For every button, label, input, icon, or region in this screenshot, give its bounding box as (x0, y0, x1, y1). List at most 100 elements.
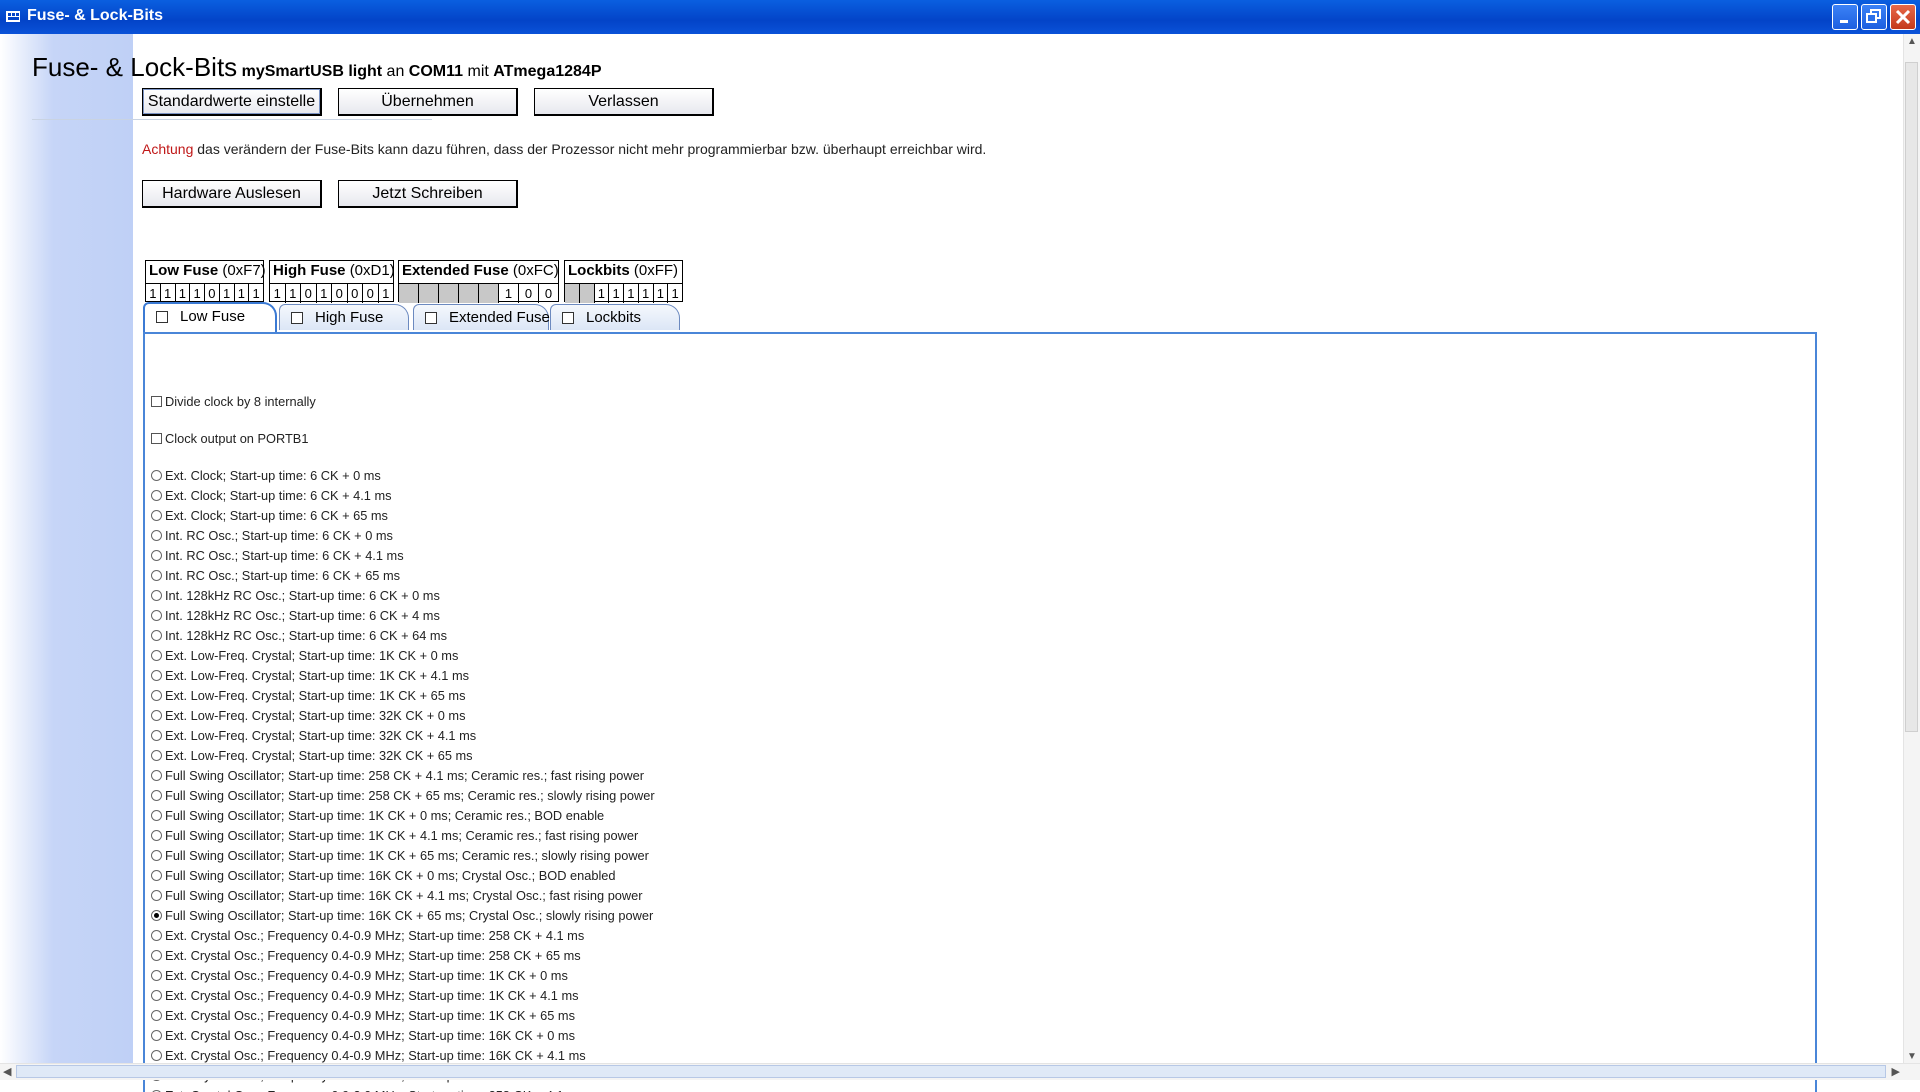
radio-button[interactable] (151, 710, 162, 721)
tab-lockbits[interactable]: Lockbits (550, 304, 680, 330)
clock-option[interactable]: Full Swing Oscillator; Start-up time: 16… (151, 867, 616, 885)
clock-option[interactable]: Full Swing Oscillator; Start-up time: 1K… (151, 847, 649, 865)
tab-low-fuse[interactable]: Low Fuse (143, 302, 277, 332)
tab-checkbox[interactable] (156, 311, 168, 323)
tab-label: Lockbits (586, 309, 642, 326)
maximize-button[interactable] (1861, 4, 1887, 30)
clock-option[interactable]: Full Swing Oscillator; Start-up time: 16… (151, 887, 643, 905)
fuse-bit: 1 (671, 286, 679, 301)
clock-option[interactable]: Full Swing Oscillator; Start-up time: 1K… (151, 827, 638, 845)
fuse-checkbox-option[interactable]: Clock output on PORTB1 (151, 430, 308, 448)
radio-button[interactable] (151, 550, 162, 561)
radio-button[interactable] (151, 910, 162, 921)
radio-button[interactable] (151, 790, 162, 801)
scroll-right-icon[interactable]: ▶ (1892, 1065, 1900, 1078)
apply-button[interactable]: Übernehmen (338, 88, 518, 116)
clock-option[interactable]: Int. RC Osc.; Start-up time: 6 CK + 4.1 … (151, 547, 404, 565)
radio-button[interactable] (151, 670, 162, 681)
fuse-checkbox-option[interactable]: Divide clock by 8 internally (151, 393, 316, 411)
fuse-box-low-fuse: Low Fuse (0xF7) 1 1 1 1 0 1 1 1 (145, 260, 266, 303)
scroll-down-icon[interactable]: ▼ (1907, 1051, 1917, 1062)
defaults-button[interactable]: Standardwerte einstelle (142, 88, 322, 116)
vertical-scroll-thumb[interactable] (1905, 62, 1918, 732)
radio-button[interactable] (151, 490, 162, 501)
fuse-hex: (0xD1) (349, 262, 395, 279)
radio-button[interactable] (151, 870, 162, 881)
radio-button[interactable] (151, 690, 162, 701)
clock-option[interactable]: Int. RC Osc.; Start-up time: 6 CK + 65 m… (151, 567, 400, 585)
clock-option[interactable]: Ext. Crystal Osc.; Frequency 0.4-0.9 MHz… (151, 987, 579, 1005)
radio-button[interactable] (151, 630, 162, 641)
clock-option[interactable]: Full Swing Oscillator; Start-up time: 1K… (151, 807, 604, 825)
scroll-left-icon[interactable]: ◀ (3, 1065, 11, 1078)
clock-option[interactable]: Ext. Crystal Osc.; Frequency 0.4-0.9 MHz… (151, 1027, 575, 1045)
tab-checkbox[interactable] (425, 312, 437, 324)
clock-option[interactable]: Ext. Clock; Start-up time: 6 CK + 0 ms (151, 467, 381, 485)
horizontal-scroll-thumb[interactable] (16, 1065, 1886, 1078)
read-hardware-button[interactable]: Hardware Auslesen (142, 180, 322, 208)
radio-button[interactable] (151, 1030, 162, 1041)
clock-option[interactable]: Ext. Crystal Osc.; Frequency 0.4-0.9 MHz… (151, 967, 568, 985)
clock-option[interactable]: Int. 128kHz RC Osc.; Start-up time: 6 CK… (151, 587, 440, 605)
clock-option[interactable]: Ext. Crystal Osc.; Frequency 0.4-0.9 MHz… (151, 947, 581, 965)
clock-option[interactable]: Ext. Crystal Osc.; Frequency 0.4-0.9 MHz… (151, 1007, 575, 1025)
clock-option[interactable]: Ext. Low-Freq. Crystal; Start-up time: 1… (151, 687, 465, 705)
checkbox[interactable] (151, 396, 162, 407)
radio-button[interactable] (151, 890, 162, 901)
clock-option[interactable]: Ext. Low-Freq. Crystal; Start-up time: 1… (151, 647, 458, 665)
fuse-box-high-fuse: High Fuse (0xD1) 1 1 0 1 0 0 0 1 (269, 260, 395, 303)
clock-option[interactable]: Full Swing Oscillator; Start-up time: 16… (151, 907, 653, 925)
radio-button[interactable] (151, 510, 162, 521)
clock-option[interactable]: Ext. Clock; Start-up time: 6 CK + 65 ms (151, 507, 388, 525)
horizontal-scrollbar[interactable]: ◀ ▶ (0, 1063, 1920, 1080)
exit-button[interactable]: Verlassen (534, 88, 714, 116)
radio-button[interactable] (151, 1050, 162, 1061)
minimize-button[interactable] (1832, 4, 1858, 30)
tab-high-fuse[interactable]: High Fuse (279, 304, 409, 330)
tab-checkbox[interactable] (291, 312, 303, 324)
clock-option[interactable]: Int. 128kHz RC Osc.; Start-up time: 6 CK… (151, 607, 440, 625)
close-button[interactable] (1890, 4, 1916, 30)
radio-button[interactable] (151, 970, 162, 981)
clock-option[interactable]: Int. RC Osc.; Start-up time: 6 CK + 0 ms (151, 527, 393, 545)
minimize-icon (1840, 20, 1848, 23)
radio-button[interactable] (151, 590, 162, 601)
radio-button[interactable] (151, 530, 162, 541)
clock-option[interactable]: Int. 128kHz RC Osc.; Start-up time: 6 CK… (151, 627, 447, 645)
clock-option[interactable]: Ext. Crystal Osc.; Frequency 0.9-3.0 MHz… (151, 1087, 584, 1092)
clock-option[interactable]: Ext. Crystal Osc.; Frequency 0.4-0.9 MHz… (151, 927, 584, 945)
tab-checkbox[interactable] (562, 312, 574, 324)
radio-button[interactable] (151, 1010, 162, 1021)
clock-option[interactable]: Ext. Low-Freq. Crystal; Start-up time: 3… (151, 727, 476, 745)
clock-option[interactable]: Ext. Low-Freq. Crystal; Start-up time: 1… (151, 667, 469, 685)
clock-option[interactable]: Ext. Low-Freq. Crystal; Start-up time: 3… (151, 707, 465, 725)
radio-button[interactable] (151, 770, 162, 781)
radio-button[interactable] (151, 930, 162, 941)
window-title: Fuse- & Lock-Bits (27, 7, 164, 24)
checkbox-label: Divide clock by 8 internally (165, 394, 316, 409)
clock-option[interactable]: Ext. Low-Freq. Crystal; Start-up time: 3… (151, 747, 473, 765)
clock-option[interactable]: Ext. Clock; Start-up time: 6 CK + 4.1 ms (151, 487, 392, 505)
tab-extended-fuse[interactable]: Extended Fuse (413, 304, 550, 330)
clock-option[interactable]: Full Swing Oscillator; Start-up time: 25… (151, 787, 655, 805)
radio-button[interactable] (151, 990, 162, 1001)
radio-button[interactable] (151, 750, 162, 761)
radio-button[interactable] (151, 470, 162, 481)
close-icon (1895, 9, 1911, 25)
radio-button[interactable] (151, 850, 162, 861)
vertical-scrollbar[interactable]: ▲ ▼ (1903, 34, 1920, 1064)
write-now-button[interactable]: Jetzt Schreiben (338, 180, 518, 208)
low-fuse-panel: Divide clock by 8 internally Clock output… (143, 332, 1817, 1092)
clock-option-label: Ext. Crystal Osc.; Frequency 0.4-0.9 MHz… (165, 928, 585, 943)
radio-button[interactable] (151, 650, 162, 661)
radio-button[interactable] (151, 570, 162, 581)
clock-option[interactable]: Full Swing Oscillator; Start-up time: 25… (151, 767, 644, 785)
radio-button[interactable] (151, 610, 162, 621)
radio-button[interactable] (151, 730, 162, 741)
radio-button[interactable] (151, 950, 162, 961)
radio-button[interactable] (151, 830, 162, 841)
fuse-bit: 1 (609, 284, 624, 303)
scroll-up-icon[interactable]: ▲ (1907, 36, 1917, 47)
checkbox[interactable] (151, 433, 162, 444)
radio-button[interactable] (151, 810, 162, 821)
